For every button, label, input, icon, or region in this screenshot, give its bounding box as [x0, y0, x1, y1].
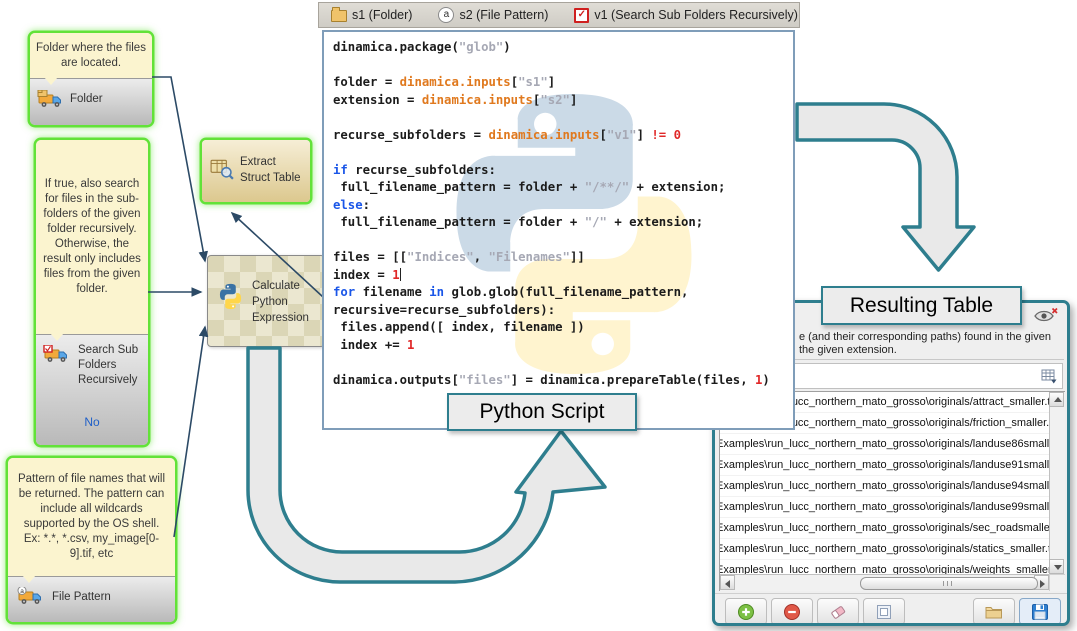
table-row[interactable]: Examples\run_lucc_northern_mato_grosso\o… [720, 476, 1049, 497]
minus-icon [783, 603, 801, 621]
tab-s1[interactable]: s1 (Folder) [331, 8, 412, 22]
folder-truck-icon [37, 90, 63, 108]
code-line [333, 109, 789, 127]
code-line [333, 354, 789, 372]
search-comment-text: If true, also search for files in the su… [42, 177, 142, 297]
search-node-value: No [36, 415, 148, 429]
form-icon [875, 603, 893, 621]
pattern-node-label: File Pattern [52, 590, 111, 605]
erase-button[interactable] [817, 598, 859, 623]
table-row[interactable]: Examples\run_lucc_northern_mato_grosso\o… [720, 539, 1049, 560]
code-line [333, 232, 789, 250]
folder-node-group[interactable]: Folder where the files are located. Fold… [30, 33, 152, 125]
code-line: recurse_subfolders = dinamica.inputs["v1… [333, 127, 789, 145]
add-row-button[interactable] [725, 598, 767, 623]
hide-view-icon[interactable] [1033, 306, 1059, 323]
link-pattern-to-calculate [174, 327, 205, 537]
open-folder-button[interactable] [973, 598, 1015, 623]
code-line: for filename in glob.glob(full_filename_… [333, 284, 789, 302]
code-line: else: [333, 197, 789, 215]
python-code-editor[interactable]: dinamica.package("glob") folder = dinami… [322, 30, 795, 430]
code-line: folder = dinamica.inputs["s1"] [333, 74, 789, 92]
horizontal-scrollbar[interactable] [720, 574, 1049, 591]
folder-node-label: Folder [70, 92, 103, 107]
python-script-callout: Python Script [447, 393, 637, 431]
scroll-left-button[interactable] [720, 575, 735, 590]
folder-icon [331, 10, 347, 22]
a-icon [438, 7, 454, 23]
scroll-down-button[interactable] [1049, 559, 1064, 574]
scroll-up-button[interactable] [1049, 392, 1064, 407]
code-line: files.append([ index, filename ]) [333, 319, 789, 337]
search-node-label: Search Sub Folders Recursively [78, 343, 142, 388]
tab-s2[interactable]: s2 (File Pattern) [438, 7, 548, 23]
folder-node[interactable]: Folder [30, 78, 152, 125]
tab-label: v1 (Search Sub Folders Recursively) [594, 8, 798, 22]
pattern-comment: Pattern of file names that will be retur… [8, 458, 175, 576]
extract-node-label: Extract Struct Table [240, 154, 306, 186]
string-truck-icon: a [17, 587, 43, 605]
calculate-python-expression-node[interactable]: Calculate Python Expression [207, 255, 325, 347]
workspace: Folder where the files are located. Fold… [0, 0, 1077, 631]
table-button-bar [715, 593, 1067, 623]
table-row[interactable]: Examples\run_lucc_northern_mato_grosso\o… [720, 434, 1049, 455]
code-line: dinamica.outputs["files"] = dinamica.pre… [333, 372, 789, 390]
table-row[interactable]: Examples\run_lucc_northern_mato_grosso\o… [720, 455, 1049, 476]
code-line: full_filename_pattern = folder + "/**/" … [333, 179, 789, 197]
link-folder-to-calculate [152, 77, 205, 261]
code-line: dinamica.package("glob") [333, 39, 789, 57]
svg-text:a: a [20, 588, 24, 595]
code-line: index = 1 [333, 267, 789, 285]
remove-row-button[interactable] [771, 598, 813, 623]
tab-label: s2 (File Pattern) [459, 8, 548, 22]
python-script-callout-text: Python Script [480, 400, 605, 424]
calculate-node-label: Calculate Python Expression [252, 278, 322, 326]
scrollbar-corner [1049, 574, 1065, 591]
code-line: extension = dinamica.inputs["s2"] [333, 92, 789, 110]
folder-comment: Folder where the files are located. [30, 33, 152, 78]
folder-comment-text: Folder where the files are located. [36, 41, 146, 71]
select-button[interactable] [863, 598, 905, 623]
table-description-line2: the given extension. [799, 344, 1067, 357]
save-icon [1031, 603, 1049, 621]
arrow-script-to-table [797, 104, 974, 270]
code-line: if recurse_subfolders: [333, 162, 789, 180]
table-row[interactable]: Examples\run_lucc_northern_mato_grosso\o… [720, 560, 1049, 574]
code-text: dinamica.package("glob") folder = dinami… [333, 39, 789, 389]
code-line: full_filename_pattern = folder + "/" + e… [333, 214, 789, 232]
save-button[interactable] [1019, 598, 1061, 623]
resulting-table-callout-text: Resulting Table [850, 294, 993, 318]
file-pattern-node-group[interactable]: Pattern of file names that will be retur… [8, 458, 175, 622]
extract-table-icon [210, 158, 234, 180]
vertical-scrollbar[interactable] [1049, 392, 1065, 574]
horizontal-scroll-thumb[interactable] [860, 577, 1038, 590]
pattern-comment-text: Pattern of file names that will be retur… [14, 472, 169, 562]
table-row[interactable]: Examples\run_lucc_northern_mato_grosso\o… [720, 518, 1049, 539]
python-icon [217, 283, 244, 310]
code-line [333, 57, 789, 75]
table-description: e (and their corresponding paths) found … [799, 331, 1067, 357]
tab-v1[interactable]: v1 (Search Sub Folders Recursively) [574, 8, 798, 23]
plus-icon [737, 603, 755, 621]
script-input-tabbar: s1 (Folder) s2 (File Pattern) v1 (Search S… [318, 2, 800, 28]
search-comment: If true, also search for files in the su… [36, 140, 148, 334]
table-row[interactable]: Examples\run_lucc_northern_mato_grosso\o… [720, 497, 1049, 518]
checkbox-truck-icon [43, 345, 69, 363]
code-line [333, 144, 789, 162]
check-icon [574, 8, 589, 23]
tab-label: s1 (Folder) [352, 8, 412, 22]
folder-icon [985, 604, 1003, 620]
resulting-table-callout: Resulting Table [821, 286, 1022, 325]
eraser-icon [829, 603, 847, 621]
search-subfolders-node-group[interactable]: If true, also search for files in the su… [36, 140, 148, 445]
code-line: recursive=recurse_subfolders): [333, 302, 789, 320]
code-line: index += 1 [333, 337, 789, 355]
extract-struct-table-node[interactable]: Extract Struct Table [202, 140, 310, 202]
search-subfolders-node[interactable]: Search Sub Folders Recursively No [36, 334, 148, 445]
table-description-line1: e (and their corresponding paths) found … [799, 331, 1067, 344]
code-line: files = [["Indices", "Filenames"]] [333, 249, 789, 267]
table-options-icon[interactable] [1041, 369, 1057, 384]
